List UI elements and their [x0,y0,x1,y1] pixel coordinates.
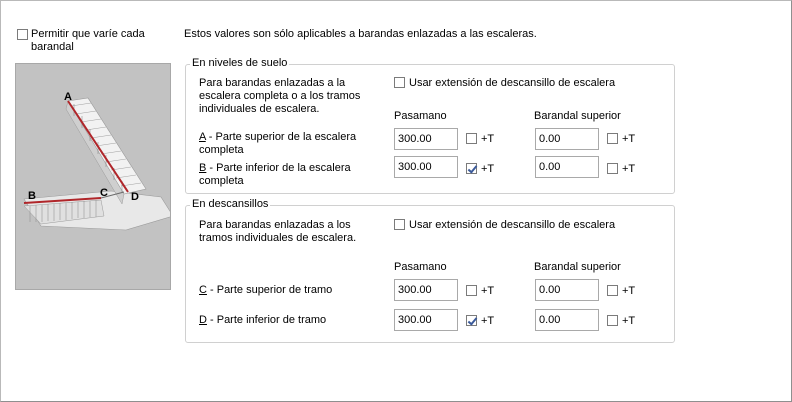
allow-vary-label[interactable]: Permitir que varíe cada barandal [31,28,161,54]
stair-diagram: A B C D [23,91,174,231]
row-d-top-rail-t-checkbox[interactable] [607,315,618,326]
row-c-key: C [199,284,207,296]
label-a: A [64,91,72,103]
row-a-top-rail-t-checkbox[interactable] [607,133,618,144]
row-c-handrail-t-checkbox[interactable] [466,285,477,296]
info-text: Estos valores son sólo aplicables a bara… [184,28,537,40]
row-b-text: - Parte inferior de la escalera completa [199,162,351,187]
row-d-handrail-t-checkbox[interactable] [466,315,477,326]
floor-use-extension-label[interactable]: Usar extensión de descansillo de escaler… [409,77,615,90]
row-b-handrail-t-label: +T [481,163,495,175]
row-d-top-rail-input[interactable]: 0.00 [535,309,599,331]
floor-col-handrail: Pasamano [394,110,447,122]
floor-description: Para barandas enlazadas a la escalera co… [199,77,361,115]
landing-use-extension-label[interactable]: Usar extensión de descansillo de escaler… [409,219,615,232]
row-a-key: A [199,131,206,143]
floor-col-top-rail: Barandal superior [534,110,621,122]
row-b-handrail-input[interactable]: 300.00 [394,156,458,178]
label-d: D [131,191,139,203]
row-d-handrail-input[interactable]: 300.00 [394,309,458,331]
row-a-handrail-t-label: +T [481,133,495,145]
row-d-key: D [199,314,207,326]
landing-use-extension-checkbox[interactable] [394,219,405,230]
row-c-text: - Parte superior de tramo [206,284,333,296]
landings-title: En descansillos [190,198,271,211]
landing-description: Para barandas enlazadas a los tramos ind… [199,219,357,244]
floor-use-extension-checkbox[interactable] [394,77,405,88]
label-b: B [28,190,36,202]
row-a-top-rail-t-label: +T [622,133,636,145]
row-b-label: B - Parte inferior de la escalera comple… [199,162,384,188]
row-d-top-rail-t-label: +T [622,315,636,327]
landing-col-top-rail: Barandal superior [534,261,621,273]
row-b-top-rail-input[interactable]: 0.00 [535,156,599,178]
allow-vary-checkbox[interactable] [17,29,28,40]
row-a-handrail-input[interactable]: 300.00 [394,128,458,150]
landing-col-handrail: Pasamano [394,261,447,273]
row-a-handrail-t-checkbox[interactable] [466,133,477,144]
row-b-handrail-t-checkbox[interactable] [466,163,477,174]
row-b-top-rail-t-label: +T [622,163,636,175]
row-a-label: A - Parte superior de la escalera comple… [199,131,384,157]
stair-illustration: A B C D [15,63,174,290]
row-c-label: C - Parte superior de tramo [199,284,332,297]
row-d-handrail-t-label: +T [481,315,495,327]
floor-levels-title: En niveles de suelo [190,57,290,70]
row-d-label: D - Parte inferior de tramo [199,314,326,327]
row-c-top-rail-t-checkbox[interactable] [607,285,618,296]
row-c-handrail-input[interactable]: 300.00 [394,279,458,301]
row-c-top-rail-t-label: +T [622,285,636,297]
row-a-text: - Parte superior de la escalera completa [199,131,357,156]
row-a-top-rail-input[interactable]: 0.00 [535,128,599,150]
row-d-text: - Parte inferior de tramo [206,314,327,326]
label-c: C [100,187,108,199]
row-c-top-rail-input[interactable]: 0.00 [535,279,599,301]
row-b-top-rail-t-checkbox[interactable] [607,163,618,174]
row-c-handrail-t-label: +T [481,285,495,297]
